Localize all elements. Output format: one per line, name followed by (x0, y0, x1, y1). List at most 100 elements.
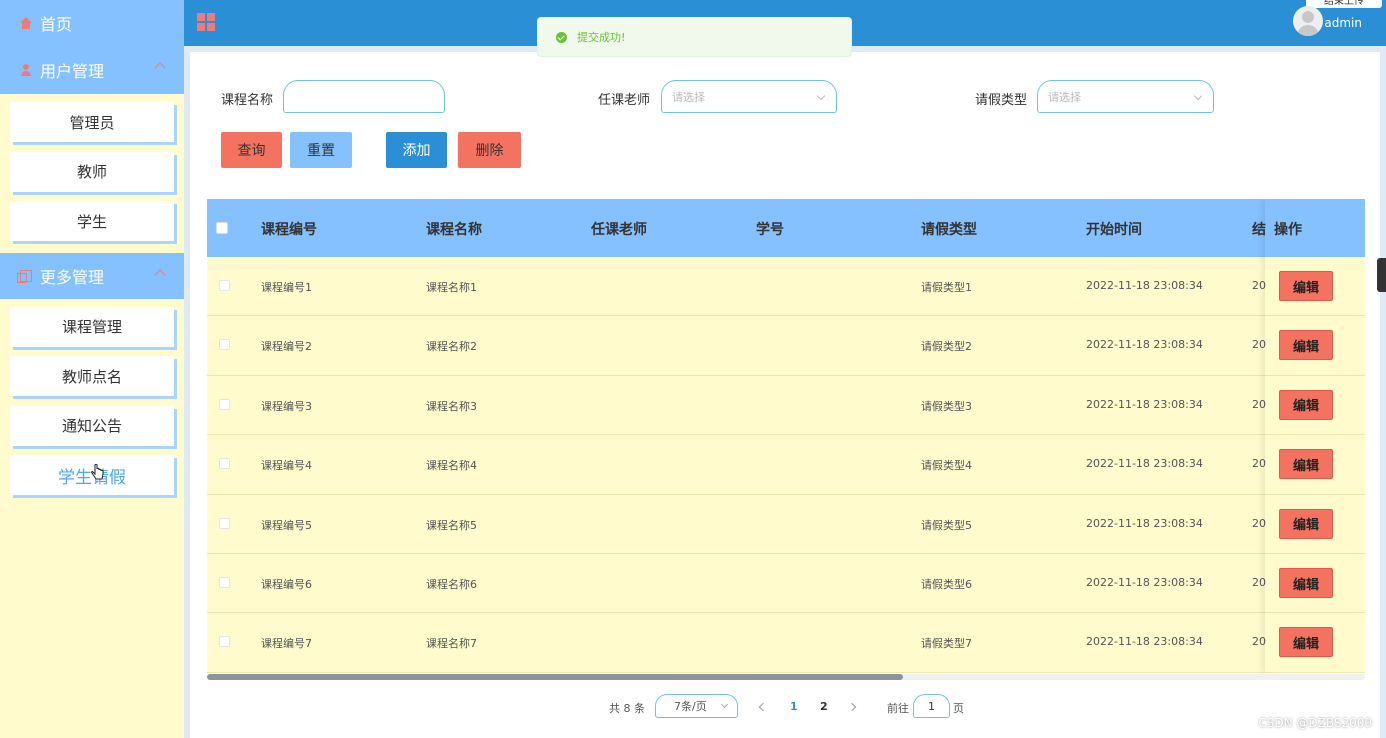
user-icon (20, 64, 32, 76)
table-row: 课程编号5 课程名称5 请假类型5 2022-11-18 23:08:34 20 编辑 (207, 494, 1365, 554)
row-checkbox[interactable] (219, 398, 230, 410)
cell-course-name: 课程名称6 (426, 578, 477, 591)
row-checkbox[interactable] (219, 517, 230, 529)
sidebar-item-admin[interactable]: 管理员 (10, 102, 174, 142)
avatar[interactable] (1293, 6, 1323, 36)
page-number-1[interactable]: 1 (790, 700, 798, 713)
cell-start: 2022-11-18 23:08:34 (1086, 635, 1203, 649)
menu-home[interactable]: 首页 (0, 0, 184, 46)
next-page-icon[interactable] (847, 702, 857, 712)
cell-course-no: 课程编号3 (261, 399, 312, 413)
delete-button[interactable]: 删除 (458, 132, 521, 168)
teacher-label: 任课老师 (598, 93, 651, 108)
teacher-select-placeholder: 请选择 (672, 90, 705, 104)
cell-course-name: 课程名称4 (426, 459, 477, 473)
row-checkbox[interactable] (219, 577, 230, 588)
col-end-time: 结 (1252, 222, 1266, 238)
row-checkbox[interactable] (219, 280, 230, 291)
table-row: 课程编号1 课程名称1 请假类型1 2022-11-18 23:08:34 20 编辑 (207, 257, 1365, 317)
sidebar-item-notice[interactable]: 通知公告 (10, 405, 174, 446)
username[interactable]: admin (1324, 16, 1362, 30)
sidebar: 首页 用户管理 管理员 教师 学生 更多管理 课程管理 教师点名 通知公告 学生… (0, 0, 184, 738)
goto-suffix: 页 (953, 702, 964, 715)
home-icon (20, 17, 32, 29)
table-row: 课程编号3 课程名称3 请假类型3 2022-11-18 23:08:34 20 编辑 (207, 375, 1365, 436)
menu-group-label: 更多管理 (40, 267, 105, 287)
chevron-down-icon (720, 700, 729, 709)
col-course-name: 课程名称 (426, 222, 482, 238)
add-button[interactable]: 添加 (386, 132, 447, 168)
success-toast: 提交成功! (537, 17, 852, 57)
sidebar-item-teacher-rollcall[interactable]: 教师点名 (10, 356, 174, 396)
row-checkbox[interactable] (219, 339, 230, 351)
cell-leave-type: 请假类型5 (921, 518, 972, 532)
chevron-down-icon (816, 91, 826, 101)
cell-course-name: 课程名称2 (426, 340, 477, 354)
cell-course-no: 课程编号7 (261, 637, 312, 651)
cell-course-no: 课程编号4 (261, 459, 312, 473)
chevron-up-icon (154, 268, 166, 281)
course-name-input[interactable] (283, 80, 445, 113)
toast-message: 提交成功! (577, 31, 626, 44)
menu-group-user-management[interactable]: 用户管理 (0, 46, 184, 94)
page-number-2[interactable]: 2 (820, 700, 828, 713)
prev-page-icon[interactable] (758, 702, 768, 712)
cell-leave-type: 请假类型2 (921, 340, 972, 354)
col-teacher: 任课老师 (591, 222, 647, 238)
cell-course-no: 课程编号1 (261, 281, 312, 294)
course-name-label: 课程名称 (221, 93, 274, 108)
cell-leave-type: 请假类型7 (921, 637, 972, 651)
upload-status: 结束上传 (1306, 0, 1382, 8)
leave-type-select[interactable]: 请选择 (1037, 80, 1214, 113)
col-start-time: 开始时间 (1086, 222, 1142, 238)
cell-start: 2022-11-18 23:08:34 (1086, 576, 1203, 589)
cell-start: 2022-11-18 23:08:34 (1086, 457, 1203, 471)
page-size-select[interactable]: 7条/页 (655, 694, 738, 718)
teacher-select[interactable]: 请选择 (661, 80, 837, 113)
cell-end-partial: 20 (1252, 516, 1266, 530)
sidebar-item-teacher[interactable]: 教师 (10, 151, 174, 192)
cell-course-no: 课程编号2 (261, 340, 312, 354)
reset-button[interactable]: 重置 (290, 132, 352, 168)
select-all-checkbox[interactable] (216, 222, 228, 234)
cell-course-name: 课程名称5 (426, 518, 477, 532)
cell-end-partial: 20 (1252, 397, 1266, 411)
table-row: 课程编号2 课程名称2 请假类型2 2022-11-18 23:08:34 20 编辑 (207, 316, 1365, 376)
cell-start: 2022-11-18 23:08:34 (1086, 279, 1203, 292)
leave-table: 课程编号 课程名称 任课老师 学号 请假类型 开始时间 结 操作 课程编号1 课程… (207, 199, 1365, 673)
pagination-total: 共 8 条 (609, 702, 645, 715)
cell-course-name: 课程名称3 (426, 399, 477, 413)
row-checkbox[interactable] (219, 458, 230, 470)
check-circle-icon (556, 31, 567, 43)
cell-course-name: 课程名称1 (426, 281, 477, 294)
row-checkbox[interactable] (219, 636, 230, 648)
col-leave-type: 请假类型 (921, 222, 977, 238)
horizontal-scrollbar[interactable] (207, 674, 903, 680)
cell-start: 2022-11-18 23:08:34 (1086, 338, 1203, 352)
sidebar-item-course-management[interactable]: 课程管理 (10, 306, 174, 347)
watermark: CSDN @DZBS2000 (1258, 716, 1372, 730)
menu-group-label: 用户管理 (40, 62, 105, 81)
page-size-value: 7条/页 (674, 700, 707, 713)
side-handle[interactable] (1377, 258, 1386, 292)
table-header: 课程编号 课程名称 任课老师 学号 请假类型 开始时间 结 操作 (207, 199, 1365, 257)
chevron-down-icon (1193, 91, 1203, 101)
leave-type-label: 请假类型 (975, 93, 1028, 108)
goto-page-input[interactable]: 1 (913, 694, 950, 718)
cell-course-name: 课程名称7 (426, 637, 477, 651)
search-button[interactable]: 查询 (221, 132, 282, 168)
cell-start: 2022-11-18 23:08:34 (1086, 516, 1203, 530)
cell-end-partial: 20 (1252, 635, 1266, 649)
chevron-up-icon (154, 62, 166, 74)
col-course-no: 课程编号 (261, 222, 317, 238)
menu-group-more-management[interactable]: 更多管理 (0, 252, 184, 299)
table-row: 课程编号6 课程名称6 请假类型6 2022-11-18 23:08:34 20 编辑 (207, 554, 1365, 614)
col-student-no: 学号 (756, 222, 784, 238)
menu-home-label: 首页 (40, 15, 73, 34)
sidebar-item-student[interactable]: 学生 (10, 201, 174, 241)
submenu-user-management: 管理员 教师 学生 (0, 94, 184, 253)
cell-end-partial: 20 (1252, 279, 1266, 292)
cell-leave-type: 请假类型6 (921, 578, 972, 591)
menu-grid-icon[interactable] (197, 13, 215, 31)
table-row: 课程编号4 课程名称4 请假类型4 2022-11-18 23:08:34 20 编辑 (207, 435, 1365, 495)
